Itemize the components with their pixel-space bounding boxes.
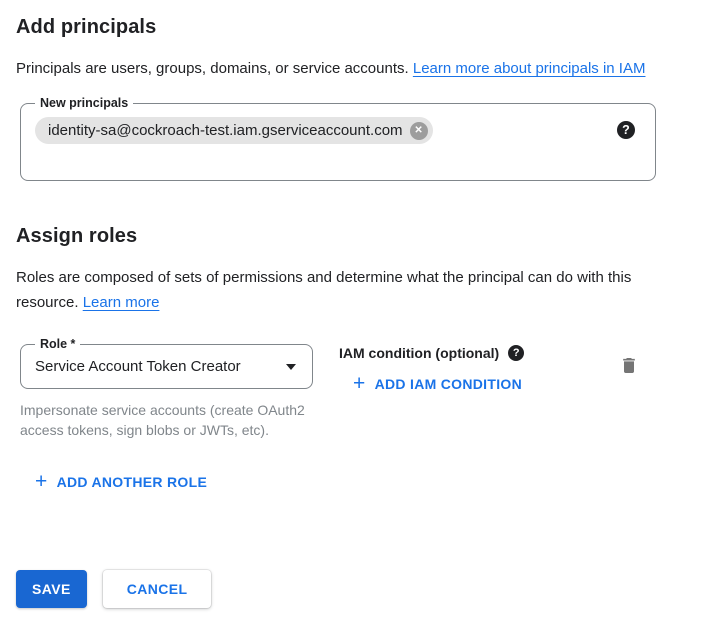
- add-iam-condition-label: ADD IAM CONDITION: [375, 376, 522, 392]
- dialog-actions: SAVE CANCEL: [16, 570, 211, 608]
- iam-condition-help-icon[interactable]: ?: [508, 345, 524, 361]
- role-selected-value: Service Account Token Creator: [35, 358, 241, 375]
- principals-description-text: Principals are users, groups, domains, o…: [16, 60, 409, 77]
- trash-icon: [619, 355, 639, 376]
- page-title: Add principals: [16, 16, 697, 39]
- learn-more-roles-link[interactable]: Learn more: [83, 294, 160, 311]
- learn-more-principals-link[interactable]: Learn more about principals in IAM: [413, 60, 646, 77]
- add-iam-condition-button[interactable]: + ADD IAM CONDITION: [353, 376, 522, 392]
- add-principals-panel: Add principals Principals are users, gro…: [0, 0, 713, 629]
- plus-icon: +: [35, 474, 48, 490]
- iam-condition-label: IAM condition (optional): [339, 345, 499, 361]
- iam-condition-column: IAM condition (optional) ? + ADD IAM CON…: [339, 344, 524, 395]
- role-row: Role * Service Account Token Creator Imp…: [16, 344, 697, 440]
- cancel-button[interactable]: CANCEL: [103, 570, 212, 608]
- add-another-role-button[interactable]: + ADD ANOTHER ROLE: [35, 474, 207, 490]
- new-principals-field[interactable]: New principals identity-sa@cockroach-tes…: [20, 103, 656, 181]
- assign-roles-title: Assign roles: [16, 225, 697, 248]
- principal-chip-text: identity-sa@cockroach-test.iam.gservicea…: [48, 122, 403, 139]
- delete-role-column: [617, 344, 641, 381]
- plus-icon: +: [353, 376, 366, 392]
- new-principals-label: New principals: [35, 95, 133, 112]
- save-button[interactable]: SAVE: [16, 570, 87, 608]
- principals-description: Principals are users, groups, domains, o…: [16, 56, 668, 81]
- role-label: Role *: [35, 336, 80, 353]
- roles-description: Roles are composed of sets of permission…: [16, 265, 668, 315]
- delete-role-button[interactable]: [617, 353, 641, 381]
- new-principals-help-icon[interactable]: ?: [617, 121, 635, 139]
- remove-principal-icon[interactable]: ✕: [410, 122, 428, 140]
- add-another-role-row: + ADD ANOTHER ROLE: [35, 474, 697, 493]
- role-helper-text: Impersonate service accounts (create OAu…: [20, 400, 312, 440]
- principal-chip: identity-sa@cockroach-test.iam.gservicea…: [35, 117, 433, 144]
- add-another-role-label: ADD ANOTHER ROLE: [57, 474, 208, 490]
- dropdown-arrow-icon: [286, 364, 296, 370]
- role-select[interactable]: Role * Service Account Token Creator: [20, 344, 313, 389]
- role-column: Role * Service Account Token Creator Imp…: [20, 344, 317, 440]
